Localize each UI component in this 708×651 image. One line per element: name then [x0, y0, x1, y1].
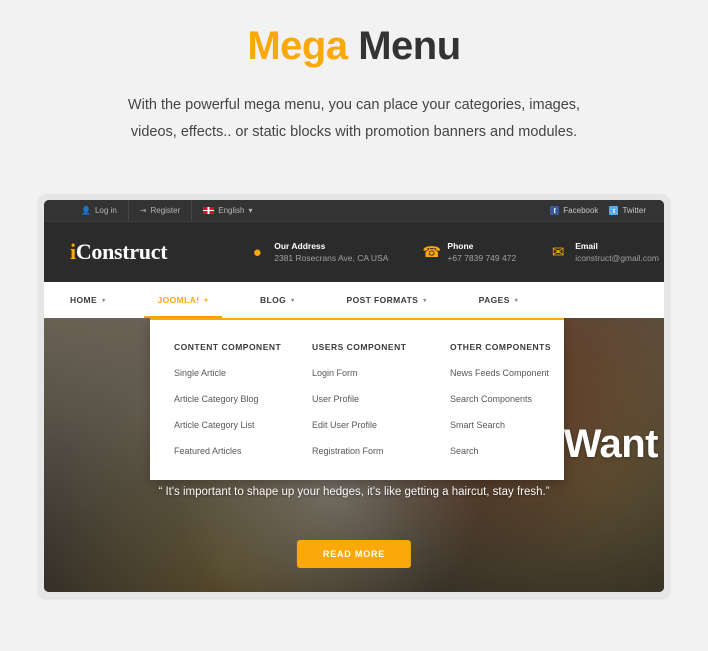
register-link[interactable]: ⇥ Register — [129, 200, 193, 222]
page-title-accent: Mega — [247, 24, 348, 68]
twitter-icon: t — [609, 206, 619, 215]
language-selector[interactable]: English ▾ — [192, 200, 263, 222]
nav-item-blog[interactable]: BLOG ▾ — [260, 282, 325, 318]
mega-menu-link-edit-user-profile[interactable]: Edit User Profile — [312, 420, 426, 430]
user-icon: 👤 — [81, 205, 91, 215]
twitter-label: Twitter — [622, 206, 646, 215]
mega-menu-link-search[interactable]: Search — [450, 446, 564, 456]
mega-menu-link-article-category-blog[interactable]: Article Category Blog — [174, 394, 288, 404]
mega-menu-column-users: USERS COMPONENT Login Form User Profile … — [288, 342, 426, 456]
contact-address-value: 2381 Rosecrans Ave, CA USA — [274, 253, 389, 263]
mega-menu-link-article-category-list[interactable]: Article Category List — [174, 420, 288, 430]
mega-menu-link-news-feeds-component[interactable]: News Feeds Component — [450, 368, 564, 378]
mega-menu-link-search-components[interactable]: Search Components — [450, 394, 564, 404]
chevron-down-icon: ▾ — [248, 205, 253, 215]
site-header: iConstruct ● Our Address 2381 Rosecrans … — [44, 222, 664, 282]
envelope-icon: ✉ — [551, 243, 565, 261]
nav-item-post-formats-label: POST FORMATS — [346, 295, 419, 305]
chevron-down-icon: ▾ — [204, 297, 208, 304]
contact-email-label: Email — [575, 240, 598, 251]
intro-section: Mega Menu With the powerful mega menu, y… — [0, 0, 708, 146]
facebook-icon: f — [550, 206, 560, 215]
logo-text: Construct — [75, 239, 168, 264]
nav-item-home[interactable]: HOME ▾ — [70, 282, 136, 318]
nav-item-pages-label: PAGES — [478, 295, 510, 305]
website-mockup: 👤 Log in ⇥ Register English ▾ f Facebook — [44, 200, 664, 592]
contact-email-value: iconstruct@gmail.com — [575, 253, 659, 263]
mega-menu-heading-other: OTHER COMPONENTS — [450, 342, 552, 352]
uk-flag-icon — [203, 207, 215, 214]
contact-email: ✉ Email iconstruct@gmail.com — [550, 240, 659, 265]
nav-item-joomla[interactable]: JOOMLA! ▾ — [143, 282, 238, 318]
contact-address-label: Our Address — [274, 240, 326, 251]
nav-item-home-label: HOME — [70, 295, 98, 305]
site-logo[interactable]: iConstruct — [70, 239, 168, 265]
page-title-rest: Menu — [347, 24, 461, 68]
nav-item-pages[interactable]: PAGES ▾ — [479, 282, 549, 318]
register-label: Register — [150, 205, 181, 215]
nav-item-post-formats[interactable]: POST FORMATS ▾ — [347, 282, 457, 318]
phone-icon: ☎ — [422, 243, 442, 261]
mega-menu-column-other: OTHER COMPONENTS News Feeds Component Se… — [426, 342, 564, 456]
page-subtitle: With the powerful mega menu, you can pla… — [94, 92, 614, 146]
login-label: Log in — [94, 205, 117, 215]
contact-phone-label: Phone — [447, 240, 474, 251]
mega-menu-link-registration-form[interactable]: Registration Form — [312, 446, 426, 456]
twitter-link[interactable]: t Twitter — [609, 206, 646, 215]
nav-item-joomla-label: JOOMLA! — [157, 295, 200, 305]
sign-in-icon: ⇥ — [139, 205, 147, 215]
utility-bar-right: f Facebook t Twitter — [550, 206, 646, 215]
utility-bar: 👤 Log in ⇥ Register English ▾ f Facebook — [44, 200, 664, 222]
chevron-down-icon: ▾ — [514, 297, 519, 304]
facebook-label: Facebook — [563, 206, 599, 215]
mega-menu-link-login-form[interactable]: Login Form — [312, 368, 426, 378]
nav-item-blog-label: BLOG — [259, 295, 287, 305]
mega-menu-heading-users: USERS COMPONENT — [312, 342, 407, 352]
main-navigation: HOME ▾ JOOMLA! ▾ BLOG ▾ POST FORMATS ▾ P… — [44, 282, 664, 318]
chevron-down-icon: ▾ — [102, 297, 106, 304]
header-contacts: ● Our Address 2381 Rosecrans Ave, CA USA… — [249, 240, 659, 265]
mega-menu-link-single-article[interactable]: Single Article — [174, 368, 288, 378]
mega-menu-link-user-profile[interactable]: User Profile — [312, 394, 426, 404]
utility-bar-left: 👤 Log in ⇥ Register English ▾ — [44, 200, 264, 222]
login-link[interactable]: 👤 Log in — [70, 200, 129, 222]
mega-menu-link-smart-search[interactable]: Smart Search — [450, 420, 564, 430]
read-more-button[interactable]: READ MORE — [296, 540, 412, 568]
page-subtitle-line-1: With the powerful mega menu, you can pla… — [127, 97, 581, 113]
contact-phone-value: +67 7839 749 472 — [447, 253, 517, 263]
chevron-down-icon: ▾ — [423, 297, 427, 304]
map-marker-icon: ● — [252, 243, 262, 261]
mega-menu-dropdown: CONTENT COMPONENT Single Article Article… — [150, 318, 564, 480]
page-title: Mega Menu — [0, 22, 708, 70]
hero-quote: “ It's important to shape up your hedges… — [158, 486, 550, 498]
contact-address: ● Our Address 2381 Rosecrans Ave, CA USA — [249, 240, 389, 265]
language-label: English — [218, 205, 245, 215]
contact-phone: ☎ Phone +67 7839 749 472 — [422, 240, 516, 265]
mega-menu-column-content: CONTENT COMPONENT Single Article Article… — [150, 342, 288, 456]
facebook-link[interactable]: f Facebook — [550, 206, 598, 215]
mega-menu-link-featured-articles[interactable]: Featured Articles — [174, 446, 288, 456]
website-mockup-frame: 👤 Log in ⇥ Register English ▾ f Facebook — [38, 194, 670, 598]
mega-menu-heading-content: CONTENT COMPONENT — [174, 342, 282, 352]
chevron-down-icon: ▾ — [291, 297, 295, 304]
page-subtitle-line-2: videos, effects.. or static blocks with … — [130, 123, 578, 140]
